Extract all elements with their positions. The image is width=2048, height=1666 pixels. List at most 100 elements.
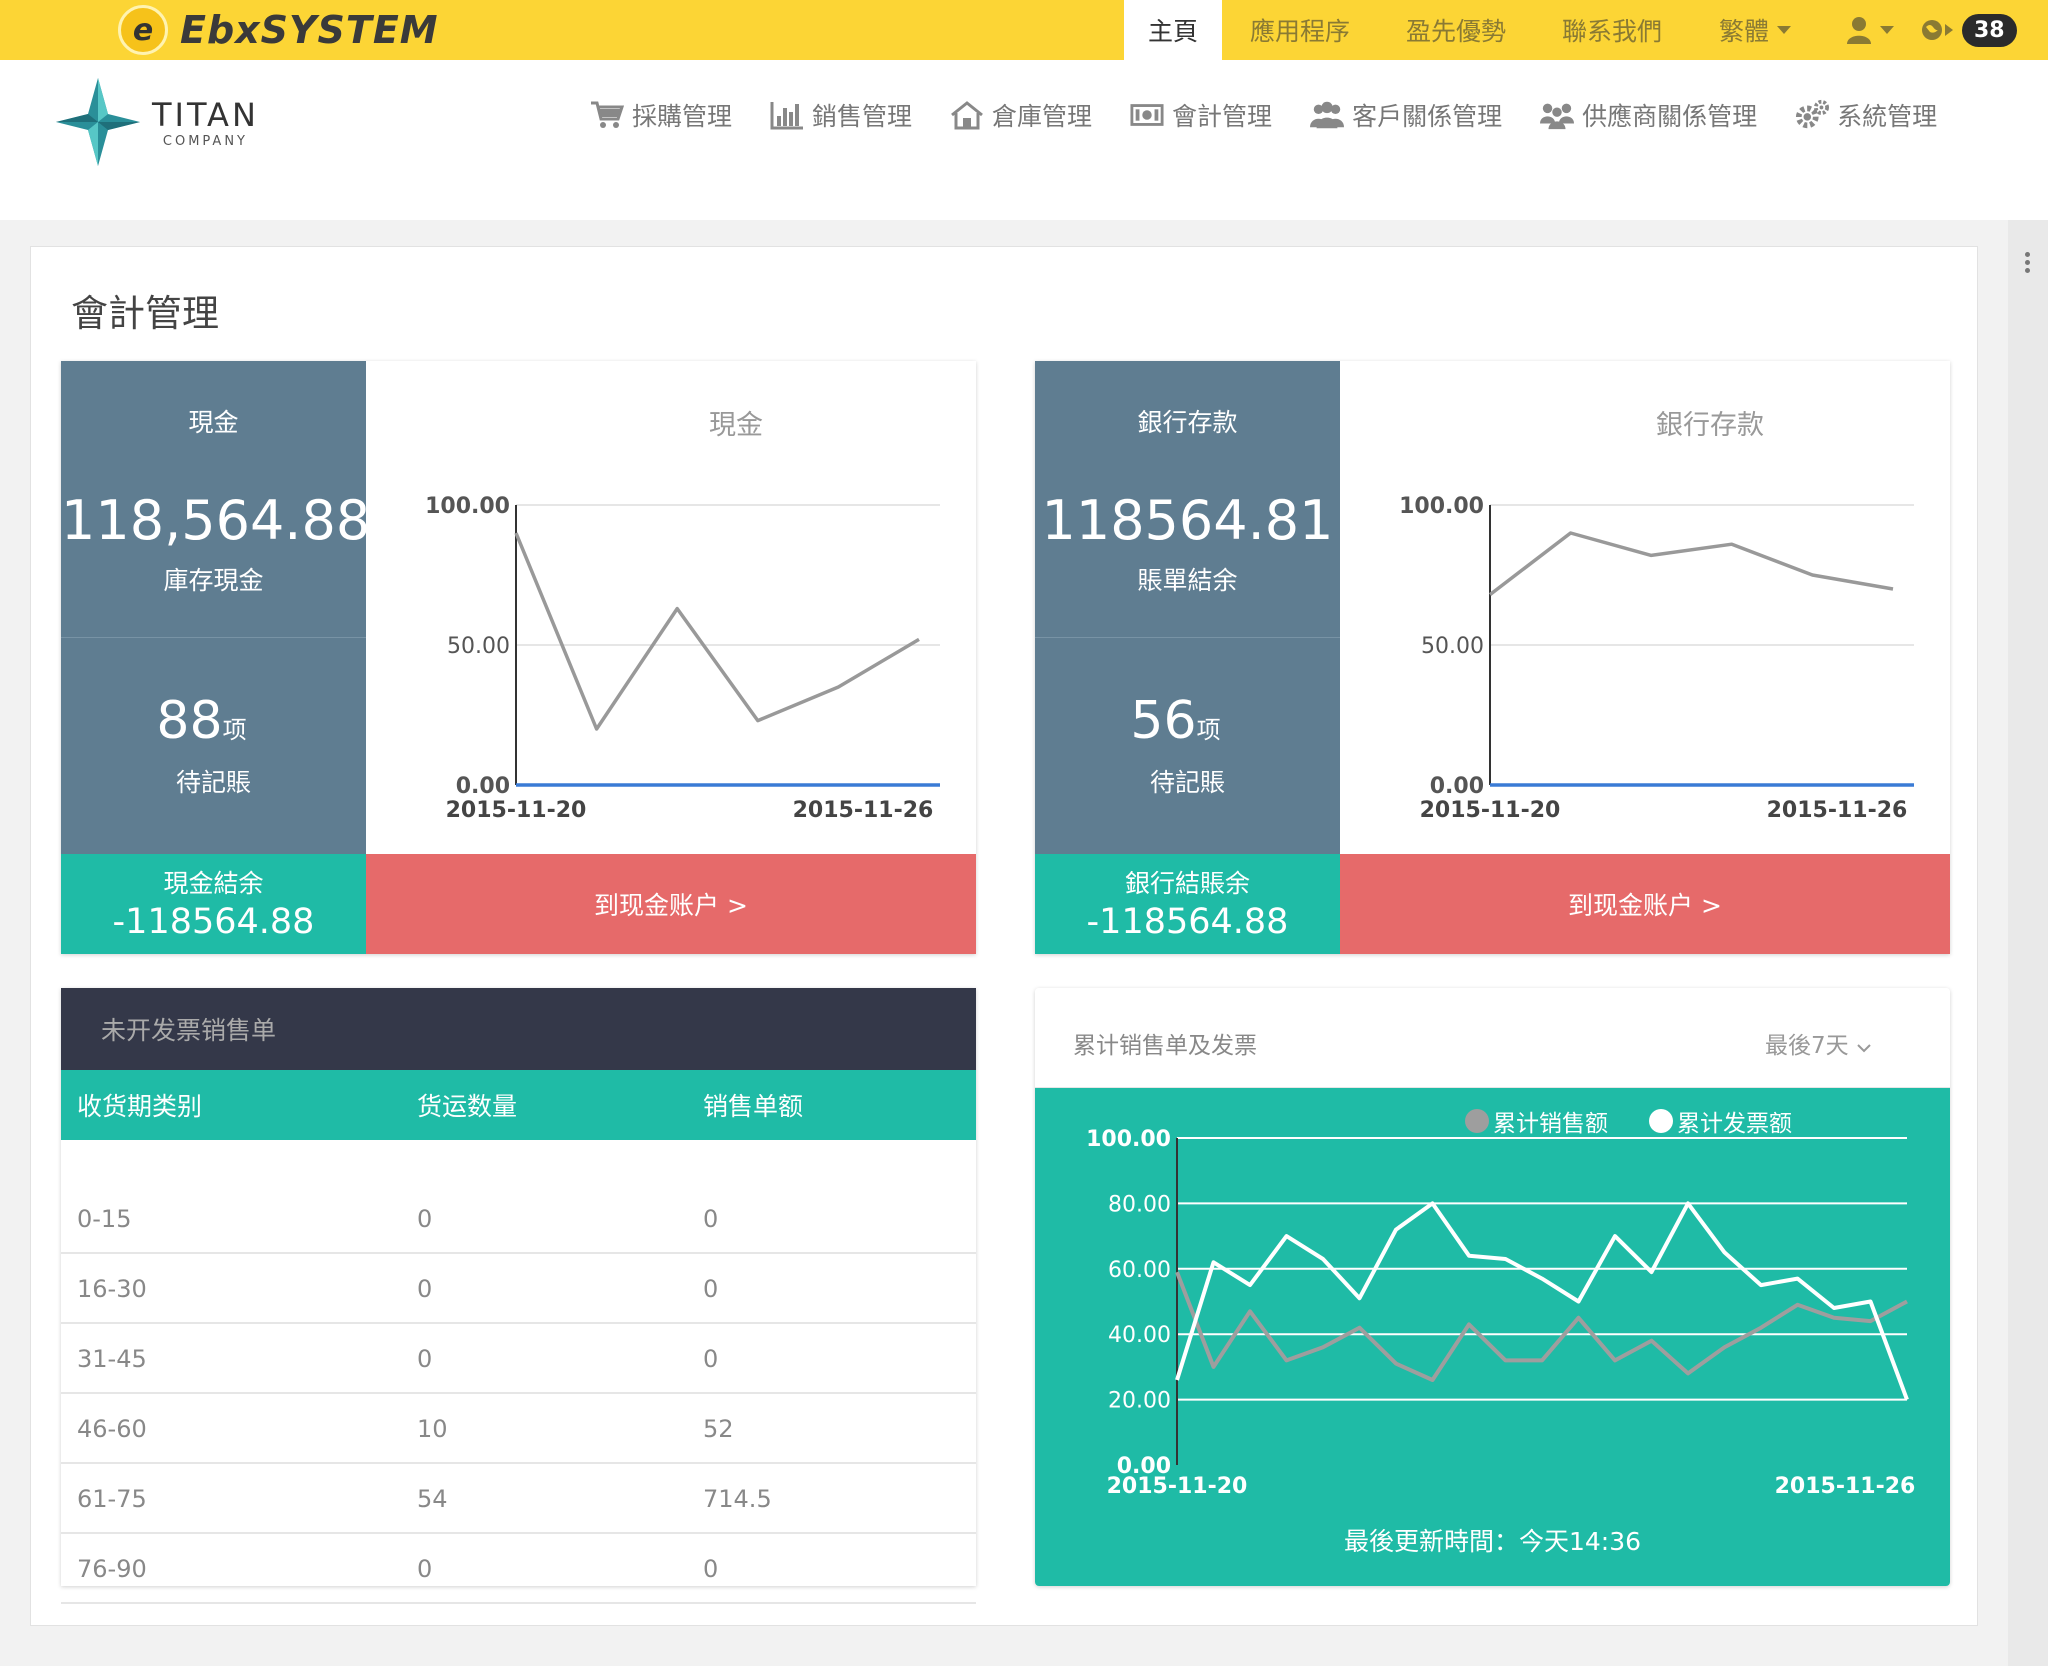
brand[interactable]: e EbxSYSTEM bbox=[118, 3, 439, 57]
bank-chart: 0.00 50.00 100.00 2015-11-20 2015-11-26 bbox=[1399, 494, 1914, 823]
y-tick-label: 20.00 bbox=[1108, 1389, 1171, 1414]
bar-chart-icon bbox=[770, 102, 804, 130]
nav-warehouse[interactable]: 倉庫管理 bbox=[950, 90, 1092, 140]
table-cell: 46-60 bbox=[77, 1415, 147, 1443]
bank-account-button[interactable]: 到现金账户 > bbox=[1340, 854, 1950, 954]
logo-title: TITAN bbox=[152, 95, 259, 134]
top-nav-contact[interactable]: 聯系我們 bbox=[1534, 0, 1690, 60]
column-header[interactable]: 收货期类别 bbox=[77, 1070, 202, 1140]
bank-summary: 銀行存款 118564.81 賬單結余 56项 待記賬 bbox=[1035, 361, 1340, 854]
chevron-down-icon bbox=[1880, 26, 1894, 34]
y-tick-label: 100.00 bbox=[425, 494, 510, 519]
nav-accounting[interactable]: 會計管理 bbox=[1130, 90, 1272, 140]
table-cell: 0 bbox=[703, 1275, 719, 1303]
cash-balance-value: -118564.88 bbox=[112, 902, 315, 942]
column-header[interactable]: 货运数量 bbox=[417, 1070, 517, 1140]
divider bbox=[61, 637, 366, 638]
nav-sales[interactable]: 銷售管理 bbox=[770, 90, 912, 140]
y-tick-label: 50.00 bbox=[1421, 634, 1484, 659]
cash-pending-label: 待記賬 bbox=[175, 768, 251, 797]
table-row[interactable]: 16-30 0 0 bbox=[61, 1254, 976, 1324]
brand-logo-icon: e bbox=[118, 5, 168, 55]
bank-pending-label: 待記賬 bbox=[1149, 768, 1225, 797]
gears-icon bbox=[1796, 99, 1830, 129]
column-header[interactable]: 销售单额 bbox=[703, 1070, 803, 1140]
bank-panel: 銀行存款 118564.81 賬單結余 56项 待記賬 銀行存款 0.00 50.… bbox=[1035, 361, 1950, 954]
cumulative-chart: 0.0020.0040.0060.0080.00100.002015-11-20… bbox=[1086, 1127, 1915, 1499]
top-nav-home[interactable]: 主頁 bbox=[1124, 0, 1222, 60]
table-cell: 0 bbox=[703, 1555, 719, 1583]
table-cell: 0-15 bbox=[77, 1205, 132, 1233]
page-title: 會計管理 bbox=[71, 292, 219, 335]
warehouse-icon bbox=[951, 101, 983, 130]
cash-amount-label: 庫存現金 bbox=[163, 566, 264, 595]
company-logo[interactable]: TITAN COMPANY bbox=[56, 78, 259, 166]
table-cell: 52 bbox=[703, 1415, 734, 1443]
caret-right-icon bbox=[1945, 24, 1953, 36]
series-line-1 bbox=[1175, 1201, 1909, 1401]
invoice-table-title: 未开发票销售单 bbox=[61, 988, 976, 1070]
x-tick-label: 2015-11-20 bbox=[446, 798, 587, 823]
cumulative-chart-area: 累计销售额 累计发票额 0.00 20.00 40.00 60.00 80.00 100.… bbox=[1035, 1088, 1950, 1586]
table-header: 收货期类别 货运数量 销售单额 bbox=[61, 1070, 976, 1140]
nav-srm[interactable]: 供應商關係管理 bbox=[1540, 90, 1757, 140]
table-row[interactable]: 0-15 0 0 bbox=[61, 1184, 976, 1254]
users-icon bbox=[1310, 101, 1345, 129]
series-line-0 bbox=[514, 532, 920, 731]
notification-badge: 38 bbox=[1962, 13, 2017, 47]
chevron-down-icon bbox=[1857, 1044, 1871, 1053]
y-tick-label: 50.00 bbox=[447, 634, 510, 659]
cash-pending-count: 88项 bbox=[156, 691, 247, 751]
bank-amount: 118564.81 bbox=[1041, 489, 1334, 552]
cash-chart: 0.00 50.00 100.00 2015-11-20 2015-11-26 bbox=[425, 494, 940, 823]
table-row[interactable]: 61-75 54 714.5 bbox=[61, 1464, 976, 1534]
main-header: TITAN COMPANY 採購管理 銷售管理 倉庫管理 會計管理 客戶關係管理… bbox=[0, 60, 2048, 220]
top-nav-advantages[interactable]: 盈先優勢 bbox=[1378, 0, 1534, 60]
y-tick-label: 0.00 bbox=[1430, 774, 1484, 799]
nav-purchase[interactable]: 採購管理 bbox=[590, 90, 732, 140]
bank-balance: 銀行結賬余 -118564.88 bbox=[1035, 854, 1340, 954]
y-tick-label: 60.00 bbox=[1108, 1258, 1171, 1283]
series-line-0 bbox=[1175, 1271, 1908, 1382]
table-row[interactable]: 31-45 0 0 bbox=[61, 1324, 976, 1394]
cash-label: 現金 bbox=[188, 408, 239, 437]
main-nav: 採購管理 銷售管理 倉庫管理 會計管理 客戶關係管理 供應商關係管理 系統管理 bbox=[590, 90, 1975, 140]
cash-balance: 現金結余 -118564.88 bbox=[61, 854, 366, 954]
table-cell: 0 bbox=[417, 1275, 433, 1303]
table-row[interactable]: 46-60 10 52 bbox=[61, 1394, 976, 1464]
table-cell: 0 bbox=[703, 1345, 719, 1373]
top-nav-applications[interactable]: 應用程序 bbox=[1222, 0, 1378, 60]
cash-amount: 118,564.88 bbox=[61, 489, 371, 552]
bank-balance-label: 銀行結賬余 bbox=[1124, 869, 1250, 898]
bank-pending-count: 56项 bbox=[1130, 691, 1221, 751]
nav-crm[interactable]: 客戶關係管理 bbox=[1310, 90, 1502, 140]
nav-system[interactable]: 系統管理 bbox=[1795, 90, 1937, 140]
suppliers-icon bbox=[1540, 103, 1575, 130]
table-cell: 10 bbox=[417, 1415, 448, 1443]
logo-subtitle: COMPANY bbox=[162, 133, 248, 149]
table-cell: 714.5 bbox=[703, 1485, 772, 1513]
last-updated: 最後更新時間：今天14:36 bbox=[1343, 1527, 1642, 1556]
cash-account-button[interactable]: 到现金账户 > bbox=[366, 854, 976, 954]
chevron-down-icon bbox=[1777, 26, 1791, 34]
top-bar: e EbxSYSTEM 主頁 應用程序 盈先優勢 聯系我們 繁體 38 bbox=[0, 0, 2048, 60]
notifications[interactable]: 38 bbox=[1920, 0, 2048, 60]
y-tick-label: 100.00 bbox=[1086, 1127, 1171, 1152]
top-nav: 主頁 應用程序 盈先優勢 聯系我們 繁體 38 bbox=[1124, 0, 2048, 60]
range-dropdown[interactable]: 最後7天 bbox=[1765, 1026, 1872, 1060]
table-cell: 54 bbox=[417, 1485, 448, 1513]
user-menu[interactable] bbox=[1820, 0, 1920, 60]
table-cell: 61-75 bbox=[77, 1485, 147, 1513]
table-cell: 76-90 bbox=[77, 1555, 147, 1583]
user-icon bbox=[1847, 17, 1871, 44]
table-cell: 16-30 bbox=[77, 1275, 147, 1303]
bank-label: 銀行存款 bbox=[1137, 408, 1238, 437]
y-tick-label: 80.00 bbox=[1108, 1192, 1171, 1217]
language-dropdown[interactable]: 繁體 bbox=[1690, 0, 1820, 60]
content-card: 會計管理 現金 118,564.88 庫存現金 88项 待記賬 現金 0.00 5… bbox=[30, 246, 1978, 1626]
divider bbox=[1035, 637, 1340, 638]
table-row[interactable]: 76-90 0 0 bbox=[61, 1534, 976, 1604]
x-tick-label: 2015-11-26 bbox=[793, 798, 934, 823]
y-tick-label: 0.00 bbox=[456, 774, 510, 799]
cumulative-panel: 累计销售单及发票 最後7天 累计销售额 累计发票额 0.00 20.00 40.00… bbox=[1035, 988, 1950, 1586]
